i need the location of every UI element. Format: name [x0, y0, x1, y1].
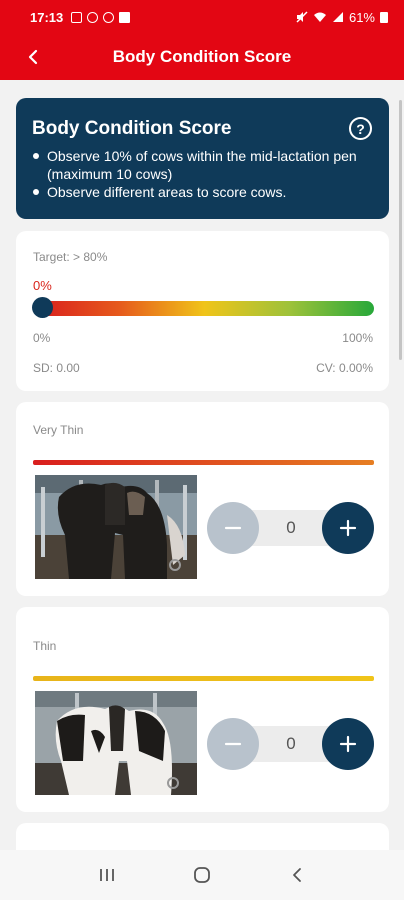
current-percent: 0%	[33, 278, 52, 293]
help-button[interactable]: ?	[349, 117, 372, 140]
shopping-icon	[119, 11, 131, 23]
cow-photo-very-thin	[35, 475, 197, 579]
home-icon	[194, 867, 210, 883]
info-title: Body Condition Score	[32, 118, 232, 139]
score-gradient-bar	[35, 301, 374, 316]
help-icon: ?	[356, 120, 365, 137]
recent-apps-icon	[100, 869, 115, 881]
score-label: Very Thin	[33, 423, 84, 437]
back-arrow-icon	[28, 49, 38, 65]
mute-icon	[296, 11, 308, 23]
battery-percent: 61%	[348, 9, 375, 25]
minus-circle-icon	[103, 11, 115, 23]
quantity-stepper-very-thin: 0	[207, 502, 374, 554]
signal-icon	[332, 12, 343, 22]
summary-card: Target: > 80% 0% 0% 100% SD: 0.00 CV: 0.…	[16, 231, 389, 391]
battery-icon	[380, 11, 388, 23]
page-title: Body Condition Score	[112, 47, 292, 66]
minus-icon	[224, 526, 242, 530]
wifi-icon	[313, 12, 326, 22]
scale-max-label: 100%	[342, 331, 373, 345]
system-icons: 61%	[296, 10, 388, 25]
info-bullet: Observe different areas to score cows.	[32, 183, 373, 201]
home-button[interactable]	[182, 855, 222, 895]
score-card-thin: Thin 0	[16, 607, 389, 812]
info-card: Body Condition Score ? Observe 10% of co…	[16, 98, 389, 219]
notification-icons	[71, 11, 131, 23]
system-back-button[interactable]	[277, 855, 317, 895]
minus-icon	[224, 742, 242, 746]
score-color-line	[33, 460, 374, 465]
score-label: Thin	[33, 639, 57, 653]
recent-apps-button[interactable]	[87, 855, 127, 895]
cv-value: CV: 0.00%	[316, 361, 373, 375]
score-card-very-thin: Very Thin 0	[16, 402, 389, 596]
nav-back-icon	[292, 868, 301, 882]
system-nav-bar	[0, 850, 404, 900]
gallery-icon	[71, 11, 83, 23]
scale-min-label: 0%	[33, 331, 51, 345]
target-label: Target: > 80%	[33, 250, 108, 264]
app-header: Body Condition Score	[0, 34, 404, 80]
increment-button[interactable]	[322, 718, 374, 770]
decrement-button[interactable]	[207, 502, 259, 554]
sd-value: SD: 0.00	[33, 361, 80, 375]
plus-icon	[339, 519, 357, 537]
plus-icon	[339, 735, 357, 753]
decrement-button[interactable]	[207, 718, 259, 770]
increment-button[interactable]	[322, 502, 374, 554]
quantity-stepper-thin: 0	[207, 718, 374, 770]
count-value: 0	[286, 518, 296, 537]
cow-photo-thin	[35, 691, 197, 795]
score-card-next	[16, 823, 389, 850]
count-value: 0	[286, 734, 296, 753]
status-bar: 17:13 61%	[0, 0, 404, 34]
content-scroll[interactable]: Body Condition Score ? Observe 10% of co…	[0, 80, 404, 850]
score-indicator-knob	[32, 297, 53, 318]
account-icon	[87, 11, 99, 23]
info-bullet: Observe 10% of cows within the mid-lacta…	[32, 147, 373, 183]
status-time: 17:13	[30, 9, 64, 25]
score-color-line	[33, 676, 374, 681]
scrollbar[interactable]	[399, 100, 402, 360]
back-button[interactable]	[18, 42, 48, 72]
info-bullets: Observe 10% of cows within the mid-lacta…	[32, 147, 373, 201]
